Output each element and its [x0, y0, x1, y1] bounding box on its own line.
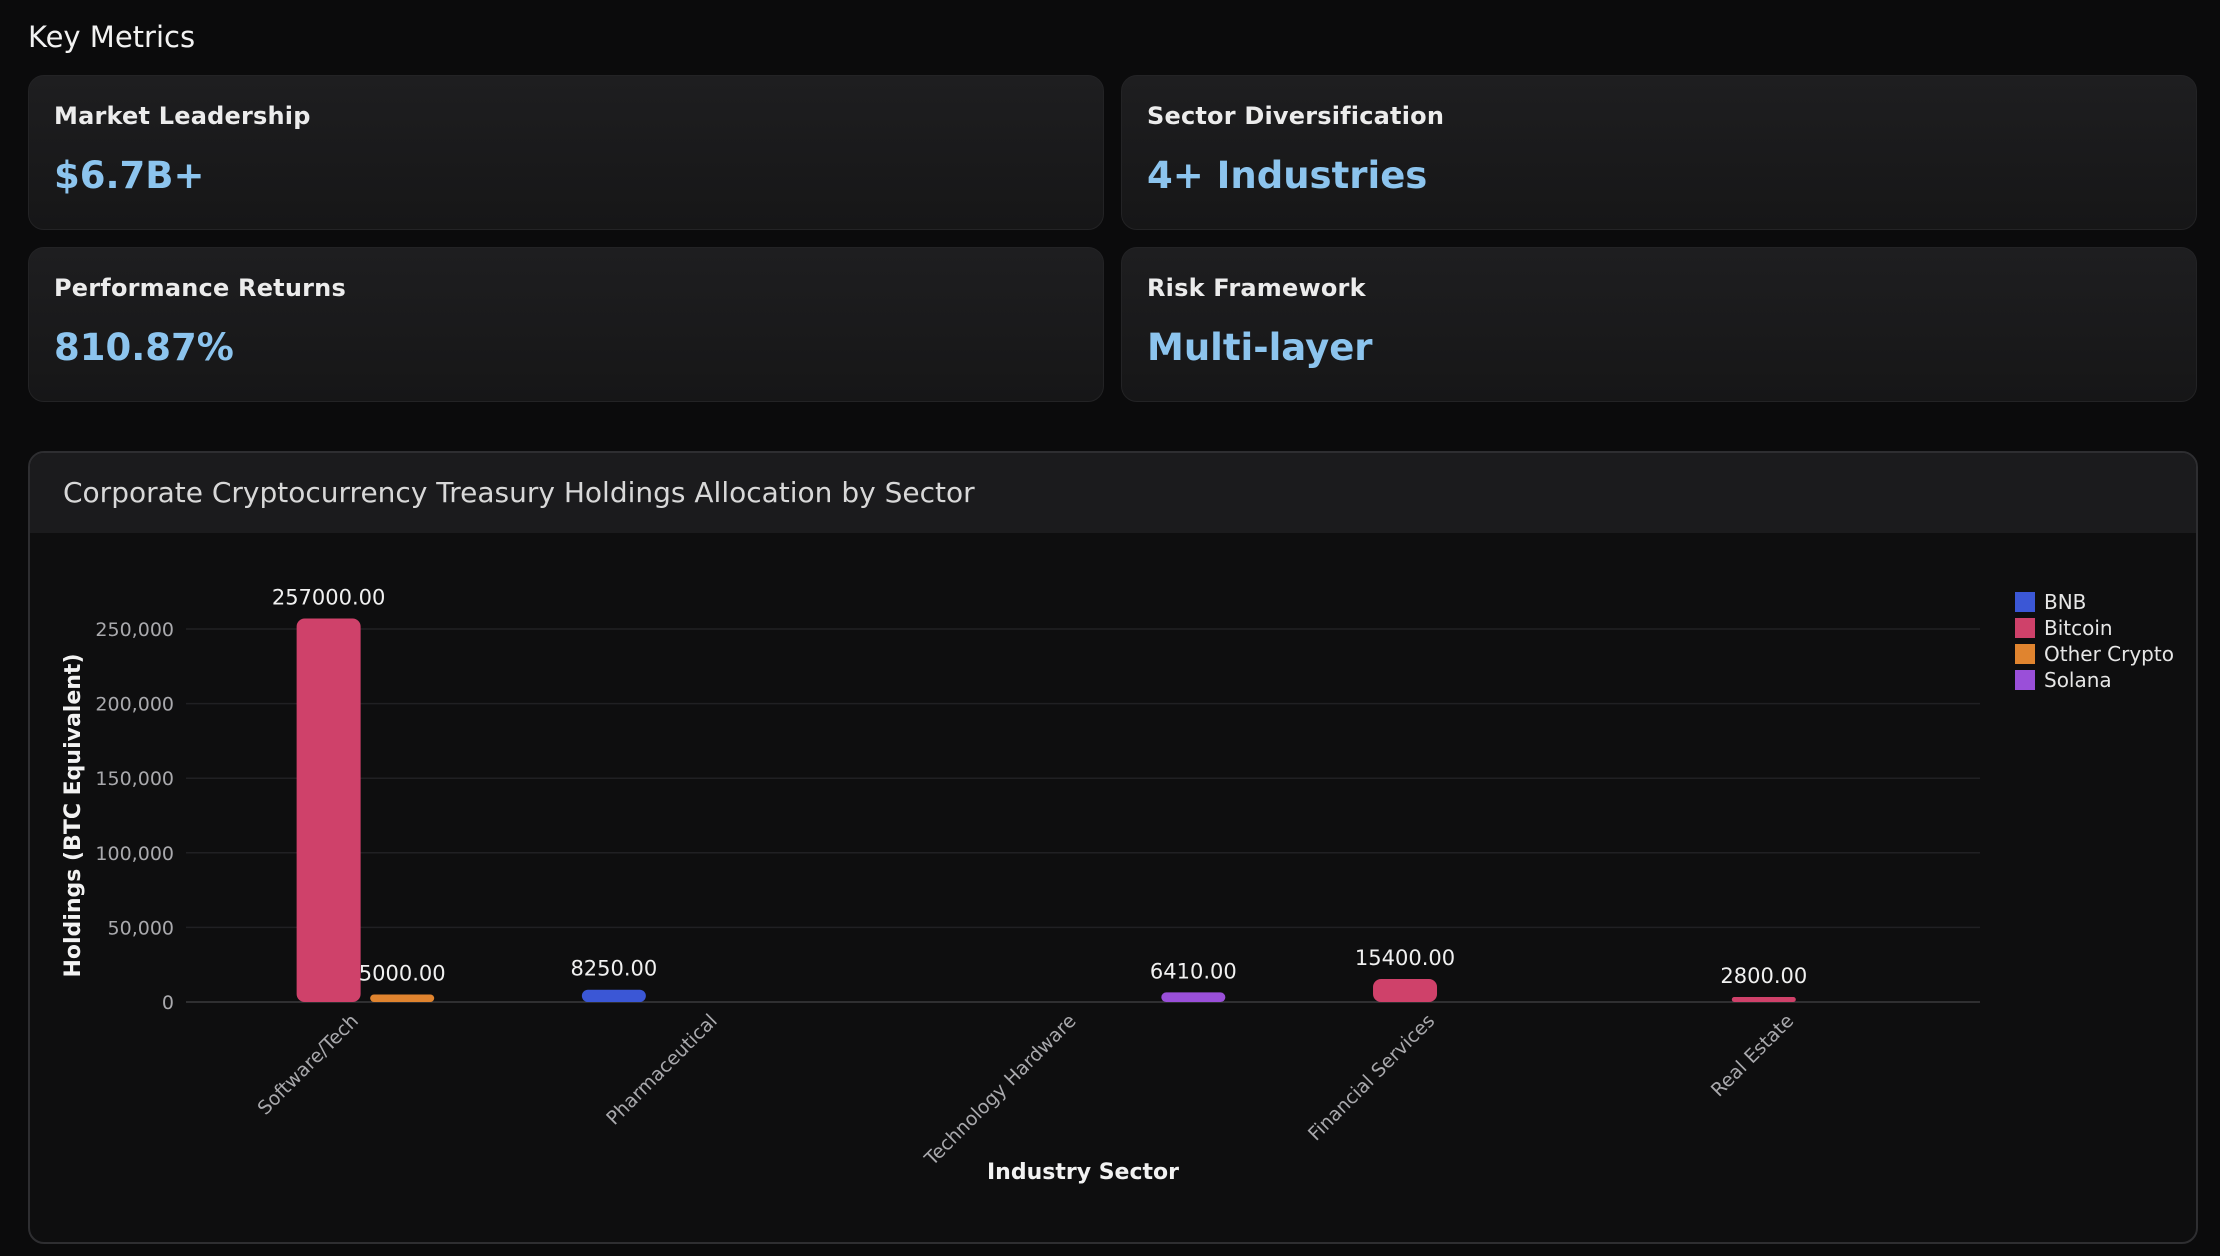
data-label: 8250.00 — [570, 957, 657, 981]
legend-swatch — [2015, 644, 2035, 664]
data-label: 5000.00 — [359, 962, 446, 986]
data-label: 15400.00 — [1355, 946, 1455, 970]
metric-value: 810.87% — [54, 326, 234, 369]
x-tick-label: Financial Services — [1304, 1010, 1439, 1145]
legend-label: Bitcoin — [2044, 616, 2113, 640]
data-label: 257000.00 — [272, 586, 386, 610]
metric-label: Market Leadership — [54, 102, 311, 130]
bar-bitcoin — [296, 618, 361, 1002]
metric-card-risk-framework: Risk Framework Multi-layer — [1121, 247, 2197, 402]
metric-card-market-leadership: Market Leadership $6.7B+ — [28, 75, 1104, 230]
legend-swatch — [2015, 592, 2035, 612]
y-axis-title: Holdings (BTC Equivalent) — [61, 653, 86, 977]
bar-solana — [1161, 992, 1226, 1002]
chart-area: 0 50,000 100,000 150,000 200,000 250,000 25700… — [30, 533, 2196, 1242]
bar-bitcoin — [1373, 979, 1438, 1002]
data-label: 6410.00 — [1150, 959, 1237, 983]
metric-label: Sector Diversification — [1147, 102, 1445, 130]
legend-label: Solana — [2044, 668, 2112, 692]
metric-card-sector-diversification: Sector Diversification 4+ Industries — [1121, 75, 2197, 230]
x-tick-label: Technology Hardware — [920, 1010, 1081, 1171]
x-tick-label: Real Estate — [1707, 1010, 1798, 1101]
y-tick-label: 150,000 — [95, 768, 174, 790]
legend-label: BNB — [2044, 590, 2086, 614]
x-tick-label: Pharmaceutical — [602, 1010, 722, 1130]
metric-label: Risk Framework — [1147, 274, 1366, 302]
legend-label: Other Crypto — [2044, 642, 2174, 666]
y-tick-label: 100,000 — [95, 843, 174, 865]
bar-bnb — [581, 989, 646, 1002]
y-tick-label: 250,000 — [95, 619, 174, 641]
metric-value: Multi-layer — [1147, 326, 1373, 369]
metric-card-performance-returns: Performance Returns 810.87% — [28, 247, 1104, 402]
legend-swatch — [2015, 618, 2035, 638]
metric-value: 4+ Industries — [1147, 154, 1428, 197]
chart-title: Corporate Cryptocurrency Treasury Holdin… — [30, 453, 2196, 533]
metric-label: Performance Returns — [54, 274, 346, 302]
section-title: Key Metrics — [28, 20, 196, 54]
y-tick-label: 0 — [162, 992, 174, 1014]
y-tick-label: 50,000 — [108, 917, 174, 939]
metrics-grid: Market Leadership $6.7B+ Sector Diversif… — [28, 75, 2198, 402]
chart-panel: Corporate Cryptocurrency Treasury Holdin… — [28, 451, 2198, 1244]
bar-other-crypto — [370, 994, 435, 1002]
x-tick-label: Software/Tech — [254, 1010, 363, 1119]
bar-chart: 0 50,000 100,000 150,000 200,000 250,000 25700… — [61, 586, 2174, 1185]
bar-bitcoin — [1731, 997, 1796, 1002]
data-label: 2800.00 — [1720, 964, 1807, 988]
y-tick-label: 200,000 — [95, 694, 174, 716]
metric-value: $6.7B+ — [54, 154, 205, 197]
legend-swatch — [2015, 670, 2035, 690]
x-axis-title: Industry Sector — [987, 1160, 1179, 1185]
